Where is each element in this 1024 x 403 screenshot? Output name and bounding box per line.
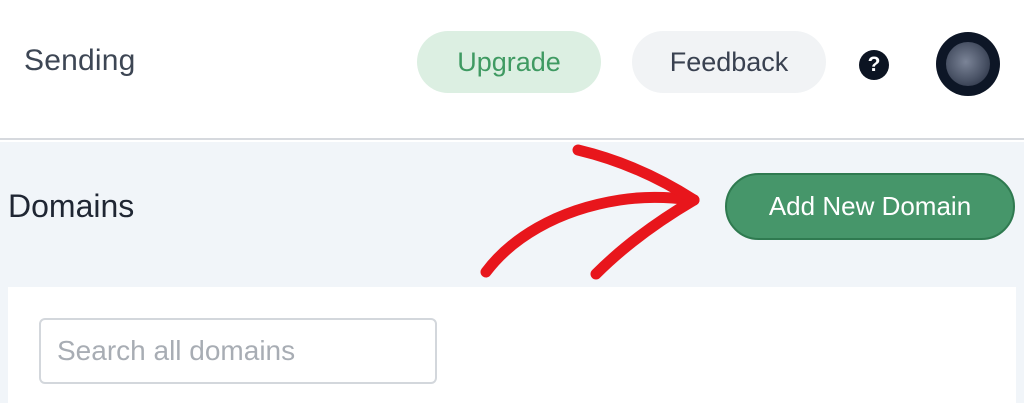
domains-card	[8, 287, 1016, 403]
avatar-image	[946, 42, 990, 86]
search-input[interactable]	[39, 318, 437, 384]
page-title: Domains	[8, 188, 135, 224]
sending-domains-page: Sending Upgrade Feedback ? Domains Add N…	[0, 0, 1024, 403]
domains-section: Domains Add New Domain	[0, 142, 1024, 403]
upgrade-button[interactable]: Upgrade	[417, 31, 601, 93]
top-header: Sending Upgrade Feedback ?	[0, 0, 1024, 140]
section-title: Sending	[24, 44, 136, 77]
question-circle-icon[interactable]: ?	[859, 50, 889, 80]
add-new-domain-button[interactable]: Add New Domain	[725, 173, 1015, 240]
feedback-button[interactable]: Feedback	[632, 31, 826, 93]
avatar[interactable]	[936, 32, 1000, 96]
